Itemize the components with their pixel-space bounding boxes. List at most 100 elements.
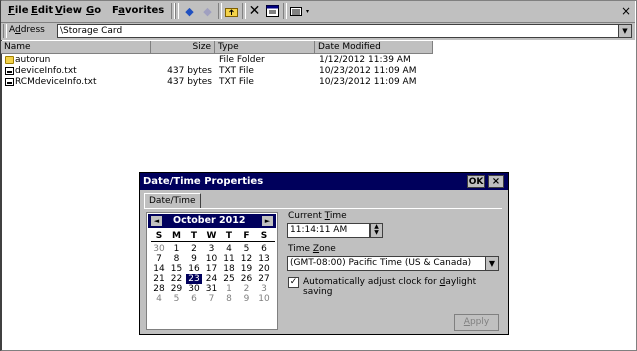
menu-edit[interactable]: Edit [31, 5, 53, 16]
calendar-day[interactable]: 8 [221, 294, 237, 304]
close-icon[interactable]: × [621, 4, 631, 18]
calendar-day[interactable]: 7 [151, 254, 167, 264]
file-size: 437 bytes [167, 77, 212, 87]
calendar-day[interactable]: 4 [221, 244, 237, 254]
calendar-day[interactable]: 30 [186, 284, 202, 294]
column-header-date-modified[interactable]: Date Modified [315, 41, 433, 54]
chevron-down-icon[interactable]: ▼ [485, 256, 499, 271]
file-size: 437 bytes [167, 66, 212, 76]
weekday-label: S [260, 231, 268, 241]
ok-button[interactable]: OK [467, 175, 485, 188]
column-header-type[interactable]: Type [215, 41, 315, 54]
file-type: File Folder [219, 55, 265, 65]
calendar-day[interactable]: 29 [169, 284, 185, 294]
calendar-day[interactable]: 28 [151, 284, 167, 294]
calendar-day[interactable]: 8 [169, 254, 185, 264]
back-arrow-icon[interactable]: ◆ [181, 3, 198, 19]
file-date: 1/12/2012 11:39 AM [319, 55, 411, 65]
calendar-day[interactable]: 6 [256, 244, 272, 254]
calendar-day[interactable]: 25 [221, 274, 237, 284]
calendar-day[interactable]: 3 [204, 244, 220, 254]
calendar-day[interactable]: 10 [256, 294, 272, 304]
menu-favorites[interactable]: Favorites [112, 5, 164, 16]
calendar-month-year[interactable]: October 2012 [173, 215, 245, 226]
calendar-day[interactable]: 24 [204, 274, 220, 284]
calendar-day[interactable]: 2 [239, 284, 255, 294]
calendar-day[interactable]: 19 [239, 264, 255, 274]
calendar-day[interactable]: 22 [169, 274, 185, 284]
views-icon[interactable] [288, 3, 314, 19]
list-item[interactable]: RCMdeviceInfo.txt 437 bytes TXT File 10/… [0, 77, 440, 88]
toolbar-separator [283, 3, 287, 19]
date-time-dialog: Date/Time Properties OK × Date/Time ◄ Oc… [139, 172, 509, 335]
close-icon[interactable]: × [488, 175, 504, 188]
weekday-label: W [206, 231, 217, 241]
weekday-label: T [225, 231, 233, 241]
calendar-day[interactable]: 7 [204, 294, 220, 304]
time-spinner[interactable]: ▲ ▼ [370, 223, 383, 238]
chevron-down-icon[interactable]: ▼ [618, 24, 632, 38]
forward-arrow-icon[interactable]: ◆ [199, 3, 216, 19]
list-item[interactable]: deviceInfo.txt 437 bytes TXT File 10/23/… [0, 66, 440, 77]
calendar-day[interactable]: 1 [169, 244, 185, 254]
file-name: RCMdeviceInfo.txt [15, 77, 97, 87]
menu-view[interactable]: View [55, 5, 82, 16]
calendar-day[interactable]: 15 [169, 264, 185, 274]
next-month-button[interactable]: ► [262, 216, 273, 226]
calendar-day[interactable]: 14 [151, 264, 167, 274]
calendar-day[interactable]: 5 [169, 294, 185, 304]
calendar-day[interactable]: 4 [151, 294, 167, 304]
file-name: deviceInfo.txt [15, 66, 77, 76]
calendar-day[interactable]: 23 [186, 274, 202, 284]
column-header-name[interactable]: Name [1, 41, 151, 54]
address-grip [3, 24, 7, 38]
file-date: 10/23/2012 11:09 AM [319, 66, 417, 76]
calendar-day[interactable]: 12 [239, 254, 255, 264]
calendar-day[interactable]: 11 [221, 254, 237, 264]
calendar-day[interactable]: 30 [151, 244, 167, 254]
address-input[interactable]: \Storage Card [57, 24, 621, 38]
calendar-day[interactable]: 17 [204, 264, 220, 274]
dialog-title: Date/Time Properties OK × [140, 173, 508, 190]
folder-icon [5, 56, 14, 64]
tab-date-time[interactable]: Date/Time [144, 193, 201, 209]
calendar-day[interactable]: 21 [151, 274, 167, 284]
calendar-day[interactable]: 26 [239, 274, 255, 284]
menu-file[interactable]: File [8, 5, 28, 16]
prev-month-button[interactable]: ◄ [151, 216, 162, 226]
calendar-header: ◄ October 2012 ► [148, 214, 276, 228]
calendar-day[interactable]: 2 [186, 244, 202, 254]
calendar-day[interactable]: 31 [204, 284, 220, 294]
calendar-day[interactable]: 20 [256, 264, 272, 274]
time-input[interactable]: 11:14:11 AM [287, 223, 370, 238]
tab-divider [144, 208, 502, 209]
calendar-day[interactable]: 9 [186, 254, 202, 264]
menu-bar: File Edit View Go Favorites ◆ ◆ ✕ × [1, 1, 635, 23]
calendar-day[interactable]: 6 [186, 294, 202, 304]
calendar-day[interactable]: 9 [239, 294, 255, 304]
column-header-size[interactable]: Size [151, 41, 215, 54]
up-folder-icon[interactable] [223, 3, 240, 19]
address-label: Address [9, 25, 45, 35]
calendar-day[interactable]: 5 [239, 244, 255, 254]
calendar-day[interactable]: 10 [204, 254, 220, 264]
weekday-label: S [155, 231, 163, 241]
calendar-day[interactable]: 16 [186, 264, 202, 274]
time-zone-select[interactable]: (GMT-08:00) Pacific Time (US & Canada) [287, 256, 486, 271]
calendar-day[interactable]: 3 [256, 284, 272, 294]
month-calendar[interactable]: ◄ October 2012 ► SMTWTFS 30 1 2 3 4 5 6 7 8 9 10 11… [146, 212, 278, 330]
menu-go[interactable]: Go [86, 5, 101, 16]
apply-button[interactable]: Apply [454, 314, 499, 331]
calendar-day[interactable]: 1 [221, 284, 237, 294]
calendar-day[interactable]: 13 [256, 254, 272, 264]
list-item[interactable]: autorun File Folder 1/12/2012 11:39 AM [0, 55, 440, 66]
toolbar-separator [218, 3, 222, 19]
toolbar-separator [175, 3, 179, 19]
file-name: autorun [15, 55, 51, 65]
delete-x-icon[interactable]: ✕ [246, 3, 263, 19]
calendar-day[interactable]: 18 [221, 264, 237, 274]
daylight-saving-checkbox[interactable]: ✓ [288, 277, 299, 288]
weekday-label: F [243, 231, 250, 241]
calendar-day[interactable]: 27 [256, 274, 272, 284]
properties-icon[interactable] [264, 3, 281, 19]
